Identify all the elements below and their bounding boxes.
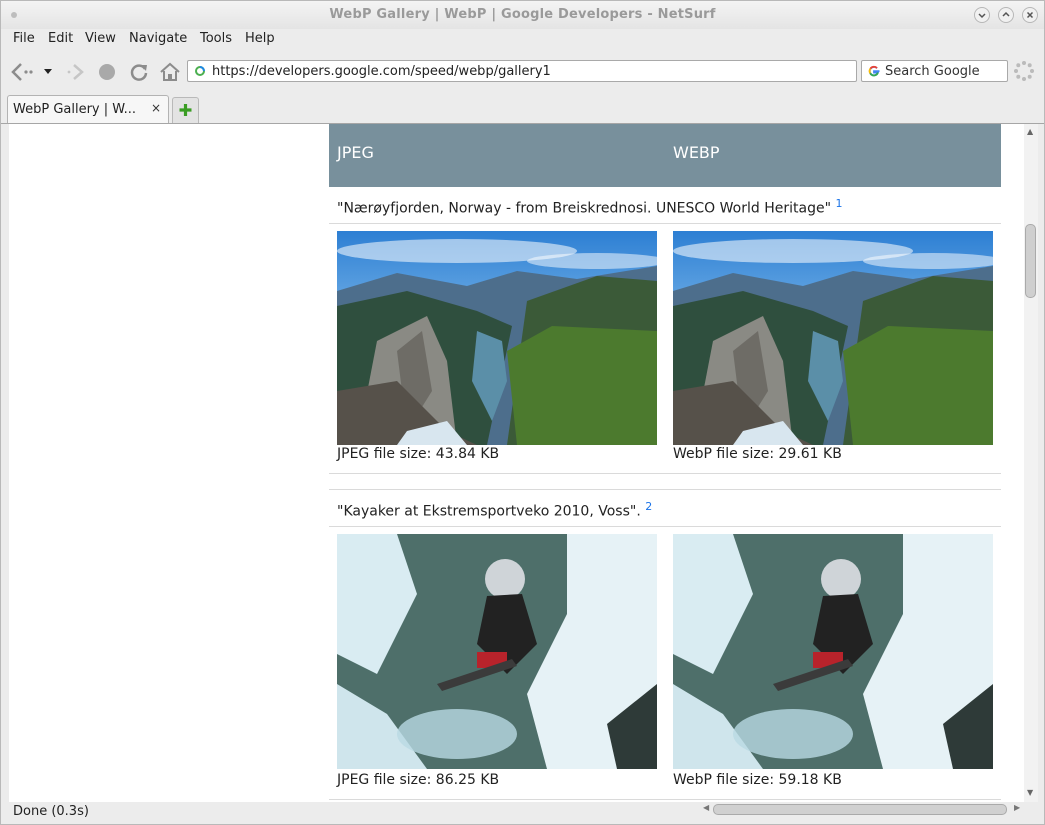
tab-bar: WebP Gallery | W... ×: [1, 95, 1044, 124]
home-button[interactable]: [159, 61, 181, 83]
menu-file[interactable]: File: [13, 31, 35, 46]
chevron-down-icon: [978, 13, 986, 19]
menu-tools[interactable]: Tools: [200, 31, 232, 46]
close-icon: [1026, 11, 1034, 19]
caption-text: "Kayaker at Ekstremsportveko 2010, Voss"…: [337, 503, 641, 520]
webp-image-fjord: [673, 231, 993, 445]
webp-file-size: WebP file size: 59.18 KB: [673, 772, 842, 788]
close-window-button[interactable]: [1022, 7, 1038, 23]
horizontal-scrollbar-thumb[interactable]: [713, 804, 1007, 815]
back-arrow-icon: [11, 63, 33, 81]
forward-button[interactable]: [65, 62, 87, 84]
scroll-left-arrow-icon[interactable]: ◀: [703, 803, 709, 812]
minimize-button[interactable]: [974, 7, 990, 23]
jpeg-image-kayaker: [337, 534, 657, 769]
jpeg-file-size: JPEG file size: 86.25 KB: [337, 772, 500, 788]
maximize-button[interactable]: [998, 7, 1014, 23]
status-text: Done (0.3s): [13, 804, 89, 819]
horizontal-scrollbar[interactable]: ◀ ▶: [701, 803, 1026, 817]
tab-webp-gallery[interactable]: WebP Gallery | W... ×: [7, 95, 169, 123]
webp-image-kayaker: [673, 534, 993, 769]
reload-button[interactable]: [128, 61, 150, 83]
tab-label: WebP Gallery | W...: [13, 102, 137, 117]
url-bar[interactable]: https://developers.google.com/speed/webp…: [187, 60, 857, 82]
search-bar[interactable]: Search Google: [861, 60, 1008, 82]
column-header-jpeg: JPEG: [337, 143, 374, 162]
image-pair-row: JPEG file size: 43.84 KB WebP file size:…: [329, 224, 1001, 474]
throbber-icon: [1013, 60, 1035, 82]
search-placeholder: Search Google: [885, 64, 980, 79]
webp-file-size: WebP file size: 29.61 KB: [673, 446, 842, 462]
reload-icon: [130, 64, 148, 81]
menu-edit[interactable]: Edit: [48, 31, 73, 46]
dropdown-arrow-icon: [44, 69, 52, 74]
page-viewport: JPEG WEBP "Nærøyfjorden, Norway - from B…: [9, 124, 1024, 802]
image-pair-row: JPEG file size: 86.25 KB WebP file size:…: [329, 527, 1001, 800]
forward-arrow-icon: [67, 64, 84, 80]
scroll-down-arrow-icon[interactable]: ▼: [1027, 788, 1033, 797]
stop-button[interactable]: [96, 61, 118, 83]
vertical-scrollbar[interactable]: ▲ ▼: [1024, 124, 1038, 802]
jpeg-image-fjord: [337, 231, 657, 445]
title-bar: WebP Gallery | WebP | Google Developers …: [1, 1, 1044, 29]
jpeg-file-size: JPEG file size: 43.84 KB: [337, 446, 500, 462]
back-button[interactable]: [10, 62, 33, 84]
reference-link[interactable]: 1: [835, 197, 842, 210]
image-caption: "Nærøyfjorden, Norway - from Breiskredno…: [329, 187, 1001, 224]
menu-bar: File Edit View Navigate Tools Help: [1, 29, 1044, 49]
window-title: WebP Gallery | WebP | Google Developers …: [329, 7, 716, 22]
column-header-webp: WEBP: [673, 143, 720, 162]
home-icon: [160, 62, 180, 81]
menu-view[interactable]: View: [85, 31, 116, 46]
menu-help[interactable]: Help: [245, 31, 275, 46]
caption-text: "Nærøyfjorden, Norway - from Breiskredno…: [337, 200, 832, 217]
scroll-right-arrow-icon[interactable]: ▶: [1014, 803, 1020, 812]
menu-navigate[interactable]: Navigate: [129, 31, 187, 46]
scroll-up-arrow-icon[interactable]: ▲: [1027, 127, 1033, 136]
history-dropdown[interactable]: [41, 64, 55, 78]
image-caption: "Kayaker at Ekstremsportveko 2010, Voss"…: [329, 490, 1001, 527]
url-text: https://developers.google.com/speed/webp…: [212, 64, 551, 79]
scrollbar-thumb[interactable]: [1025, 224, 1036, 298]
google-icon: [868, 65, 880, 77]
browser-window: WebP Gallery | WebP | Google Developers …: [0, 0, 1045, 825]
webp-gallery: JPEG WEBP "Nærøyfjorden, Norway - from B…: [329, 124, 1001, 800]
stop-icon: [99, 64, 115, 80]
plus-icon: [179, 104, 192, 116]
new-tab-button[interactable]: [172, 97, 199, 123]
chevron-up-icon: [1002, 11, 1010, 17]
site-favicon-icon: [195, 66, 205, 76]
tab-close-icon[interactable]: ×: [151, 101, 161, 115]
row-divider: [329, 474, 1001, 490]
gallery-header: JPEG WEBP: [329, 124, 1001, 187]
reference-link[interactable]: 2: [645, 500, 652, 513]
